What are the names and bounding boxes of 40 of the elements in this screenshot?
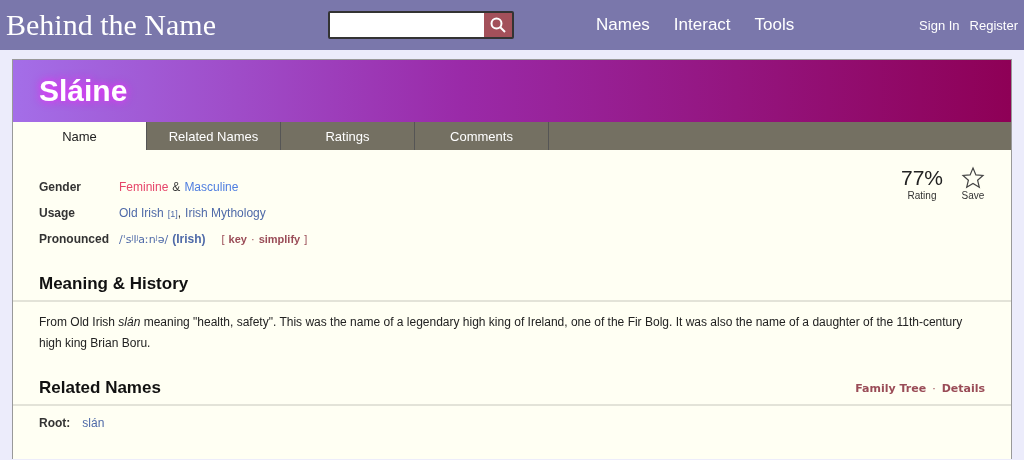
- search-button[interactable]: [484, 13, 512, 37]
- rating-value: 77%: [900, 166, 943, 190]
- root-label: Root:: [39, 416, 71, 430]
- section-heading: Related Names: [39, 378, 161, 398]
- gender-link[interactable]: Masculine: [184, 180, 239, 194]
- field-label: Pronounced: [39, 232, 110, 246]
- related-link[interactable]: Details: [941, 381, 985, 395]
- name-title: Sláine: [39, 74, 128, 108]
- search-field[interactable]: [328, 11, 514, 39]
- root-link[interactable]: slán: [82, 416, 105, 430]
- pronunciation-text: /ˈsʲlʲaːnʲə/: [119, 233, 169, 246]
- nav-link[interactable]: Names: [596, 15, 650, 35]
- field-label: Usage: [39, 206, 77, 220]
- nav-link[interactable]: Interact: [673, 15, 731, 35]
- account-link[interactable]: Register: [969, 17, 1018, 33]
- usage-link[interactable]: Old Irish: [119, 206, 164, 220]
- search-icon: [490, 17, 506, 33]
- site-logo[interactable]: Behind the Name: [6, 8, 328, 42]
- rating-label: Rating: [907, 190, 937, 201]
- bracket-mark: [: [221, 233, 225, 245]
- dot-separator: ·: [250, 233, 255, 245]
- reference-link[interactable]: [1]: [167, 209, 178, 219]
- nav-link[interactable]: Tools: [754, 15, 795, 35]
- language-label: (Irish): [172, 232, 206, 246]
- field-label: Gender: [39, 180, 82, 194]
- pronunciation-link[interactable]: key: [228, 233, 247, 245]
- section-heading: Meaning & History: [39, 274, 189, 294]
- save-button[interactable]: Save: [961, 166, 985, 201]
- gender-link[interactable]: Feminine: [119, 180, 169, 194]
- separator-text: ,: [177, 206, 182, 220]
- account-link[interactable]: Sign In: [919, 17, 960, 33]
- tab[interactable]: Name: [13, 122, 147, 150]
- dot-separator: ·: [932, 381, 936, 395]
- usage-link[interactable]: Irish Mythology: [185, 206, 266, 220]
- joiner-text: &: [172, 180, 181, 194]
- star-icon: [961, 166, 985, 190]
- pronunciation-link[interactable]: simplify: [258, 233, 301, 245]
- related-link[interactable]: Family Tree: [855, 381, 927, 395]
- bracket-mark: ]: [304, 233, 308, 245]
- meaning-paragraph: From Old Irish slán meaning "health, safety". This was the name of a legendary high king of Ireland, one of the Fir Bolg. It was also the name of a daughter of the 11th-century high king Brian Boru.: [38, 314, 964, 352]
